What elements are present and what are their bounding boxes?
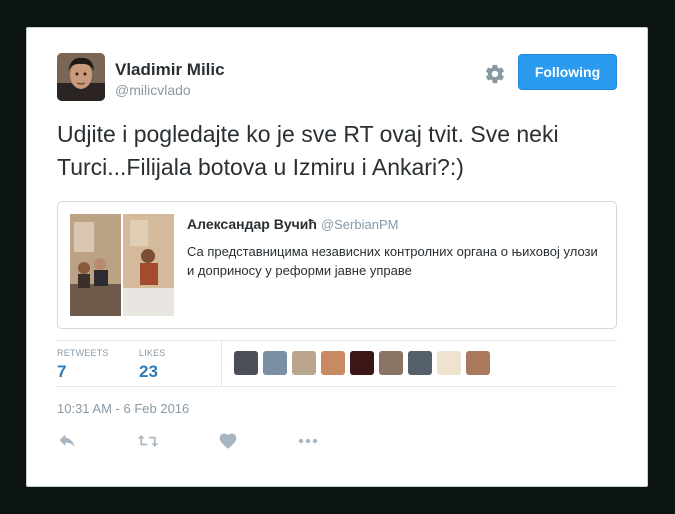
liker-avatar[interactable] [292,351,316,375]
likes-stat[interactable]: LIKES 23 [139,348,166,382]
likes-count: 23 [139,362,158,381]
retweets-stat[interactable]: RETWEETS 7 [57,348,109,382]
author-handle[interactable]: @milicvlado [115,82,191,98]
gear-icon[interactable] [484,63,506,85]
avatar-photo [57,53,105,101]
author-name[interactable]: Vladimir Milic [115,60,225,80]
divider [57,386,617,387]
tweet-timestamp[interactable]: 10:31 AM - 6 Feb 2016 [57,401,189,416]
liker-avatar[interactable] [234,351,258,375]
retweets-count: 7 [57,362,67,381]
like-icon[interactable] [218,431,240,453]
following-button[interactable]: Following [518,54,617,90]
quoted-author-handle: @SerbianPM [320,217,399,232]
quoted-tweet-text: Са представницима независних контролних … [187,244,598,278]
divider [221,340,222,386]
quoted-author: Александар Вучић @SerbianPM [187,216,398,232]
retweets-label: RETWEETS [57,348,109,358]
quoted-tweet[interactable]: Александар Вучић @SerbianPM Са представни… [57,201,617,329]
author-avatar[interactable] [57,53,105,101]
liker-avatar[interactable] [263,351,287,375]
quoted-author-name: Александар Вучић [187,216,317,232]
tweet-text: Udjite i pogledajte ko je sve RT ovaj tv… [57,121,559,180]
liker-avatar[interactable] [437,351,461,375]
liker-avatar[interactable] [350,351,374,375]
liker-avatar[interactable] [408,351,432,375]
more-icon[interactable] [297,431,319,453]
tweet-card: Vladimir Milic @milicvlado Following Udj… [26,27,648,487]
quoted-tweet-image [70,214,174,316]
reply-icon[interactable] [57,431,79,453]
likes-label: LIKES [139,348,166,358]
liker-avatar[interactable] [466,351,490,375]
liker-avatar[interactable] [379,351,403,375]
divider [57,340,617,341]
liker-avatar[interactable] [321,351,345,375]
retweet-icon[interactable] [137,431,159,453]
